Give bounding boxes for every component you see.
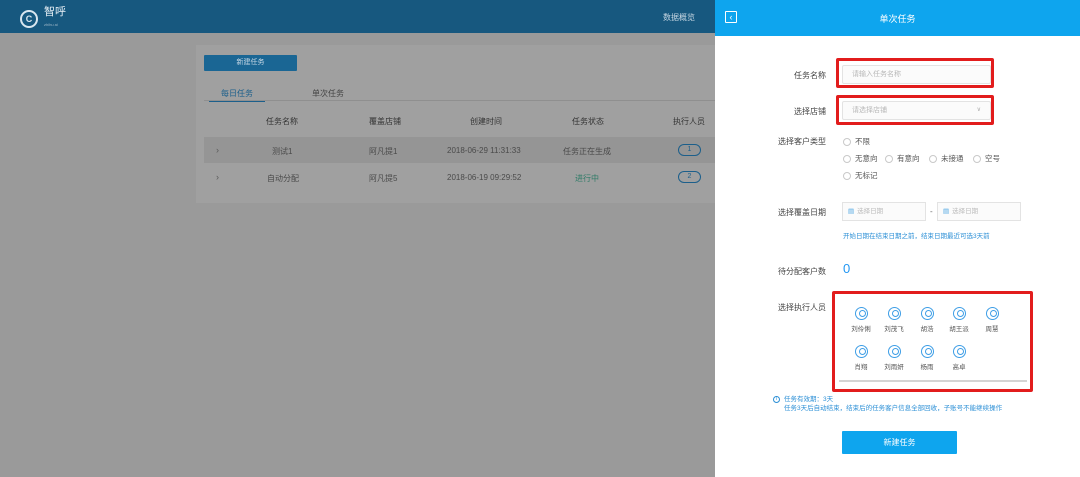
radio-circle [929,154,937,163]
table-row[interactable]: › 测试1 阿凡提1 2018-06-29 11:31:33 任务正在生成 1 [204,137,715,163]
create-task-button[interactable]: 新建任务 [842,431,957,454]
column-header: 创建时间 [470,117,502,126]
column-header: 任务名称 [266,117,298,126]
staff-label: 选择执行人员 [778,303,826,312]
chevron-right-icon[interactable]: › [216,172,219,182]
radio-any[interactable]: 不限 [843,136,870,147]
task-created: 2018-06-29 11:31:33 [447,146,521,155]
task-name: 自动分配 [267,174,299,183]
column-header: 执行人员 [673,117,705,126]
table-header: 任务名称 覆盖店铺 创建时间 任务状态 执行人员 [204,109,715,131]
highlight-box [836,95,994,125]
task-status: 任务正在生成 [563,147,611,156]
single-task-panel: ‹ 单次任务 任务名称 请输入任务名称 选择店铺 请选择店铺 ∨ 选择客户类型 … [715,0,1080,477]
new-task-button[interactable]: 新建任务 [204,55,297,71]
radio-intent[interactable]: 有意向 [885,153,920,164]
app-name: 智呼 [44,6,66,18]
radio-empty-number[interactable]: 空号 [973,153,1000,164]
logo-icon: C [20,9,38,28]
radio-circle [843,171,851,180]
task-created: 2018-06-19 09:29:52 [447,173,522,182]
radio-unmarked[interactable]: 无标记 [843,170,878,181]
task-name-label: 任务名称 [794,71,826,80]
radio-circle [973,154,981,163]
task-store: 阿凡提5 [369,174,398,183]
calendar-icon: ▤ [943,208,950,215]
panel-header: ‹ 单次任务 [715,0,1080,36]
app-logo[interactable]: C 智呼 zhihu ai [20,7,66,30]
validity-note: i 任务有效期：3天 [773,395,833,404]
task-status: 进行中 [575,174,599,183]
chevron-right-icon[interactable]: › [216,145,219,155]
pending-count: 0 [843,261,851,276]
task-store: 阿凡提1 [369,147,398,156]
app-subtitle: zhihu ai [44,22,58,27]
top-bar: C 智呼 zhihu ai 数据概览 [0,0,715,33]
radio-circle [843,137,851,146]
customer-type-label: 选择客户类型 [778,137,826,146]
nav-data-overview[interactable]: 数据概览 [663,12,695,23]
panel-title: 单次任务 [879,14,916,24]
column-header: 覆盖店铺 [369,117,401,126]
calendar-icon: ▤ [848,208,855,215]
tab-single-tasks[interactable]: 单次任务 [312,88,344,99]
radio-circle [843,154,851,163]
date-range-label: 选择覆盖日期 [778,208,826,217]
table-row[interactable]: › 自动分配 阿凡提5 2018-06-19 09:29:52 进行中 2 [204,164,715,190]
column-header: 任务状态 [572,117,604,126]
pending-count-label: 待分配客户数 [778,267,826,276]
start-date-input[interactable]: ▤ 选择日期 [842,202,926,221]
staff-count-badge[interactable]: 2 [678,171,701,183]
task-name: 测试1 [272,147,293,156]
end-date-input[interactable]: ▤ 选择日期 [937,202,1021,221]
highlight-box [832,291,1033,392]
info-icon: i [773,395,780,403]
radio-circle [885,154,893,163]
radio-not-connected[interactable]: 未接通 [929,153,964,164]
tab-daily-tasks[interactable]: 每日任务 [209,88,265,102]
date-separator: - [930,207,933,216]
date-hint: 开始日期在结束日期之前，结束日期最近可选3天前 [843,233,990,240]
highlight-box [836,58,994,88]
store-label: 选择店铺 [794,107,826,116]
validity-note-detail: 任务3天后自动结束，结束后的任务客户信息全部回收，子账号不能继续操作 [784,405,1003,412]
task-tabs: 每日任务 单次任务 [204,85,715,102]
task-list-card: 新建任务 每日任务 单次任务 任务名称 覆盖店铺 创建时间 任务状态 执行人员 … [196,45,715,203]
staff-count-badge[interactable]: 1 [678,144,701,156]
radio-no-intent[interactable]: 无意向 [843,153,878,164]
